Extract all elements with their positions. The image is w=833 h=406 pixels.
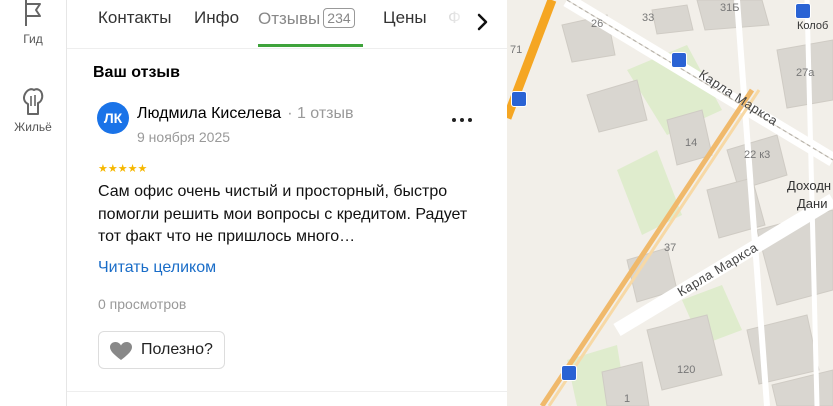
review-author: Людмила Киселева · 1 отзыв xyxy=(137,105,354,123)
tab-bar: Контакты Инфо Отзывы234 Цены Ф xyxy=(67,0,507,49)
tram-stop-icon[interactable] xyxy=(561,365,577,381)
author-review-count: · 1 отзыв xyxy=(287,105,354,122)
tab-prices[interactable]: Цены xyxy=(383,8,427,28)
rating-stars: ★★★★★ xyxy=(98,163,148,175)
building-number: 31Б xyxy=(720,2,740,14)
review-text: Сам офис очень чистый и просторный, быст… xyxy=(98,183,468,245)
building-number: 22 к3 xyxy=(744,149,771,161)
rail-item-housing[interactable]: Жильё xyxy=(0,86,66,134)
dot-icon xyxy=(468,118,472,122)
dot-icon xyxy=(460,118,464,122)
tab-contacts[interactable]: Контакты xyxy=(98,8,171,28)
poi-label: Дани xyxy=(797,196,828,211)
building-number: 26 xyxy=(591,18,604,30)
poi-label: Колоб xyxy=(797,20,829,32)
more-options-button[interactable] xyxy=(450,110,474,130)
read-more-link[interactable]: Читать целиком xyxy=(98,259,216,277)
divider xyxy=(67,391,507,392)
active-tab-indicator xyxy=(258,44,363,47)
useful-label: Полезно? xyxy=(141,341,213,358)
rail-item-guide[interactable]: Гид xyxy=(0,0,66,46)
building-number: 33 xyxy=(642,12,655,24)
map-canvas xyxy=(507,0,833,406)
tram-stop-icon[interactable] xyxy=(671,52,687,68)
heart-icon xyxy=(110,342,132,360)
dot-icon xyxy=(452,118,456,122)
author-name[interactable]: Людмила Киселева xyxy=(137,105,281,122)
tab-info[interactable]: Инфо xyxy=(194,8,239,28)
flag-icon xyxy=(25,0,41,26)
building-number: 14 xyxy=(685,137,698,149)
poi-label: Доходн xyxy=(787,178,832,193)
reviews-count-badge: 234 xyxy=(323,8,355,28)
building-number: 71 xyxy=(510,44,523,56)
rail-item-label: Жильё xyxy=(14,120,52,134)
section-title: Ваш отзыв xyxy=(93,64,180,81)
tab-reviews[interactable]: Отзывы 234 xyxy=(258,8,355,29)
views-count: 0 просмотров xyxy=(98,296,187,312)
place-panel: Контакты Инфо Отзывы234 Цены Ф Ваш отзыв… xyxy=(67,0,507,406)
building-number: 120 xyxy=(677,364,696,376)
tram-stop-icon[interactable] xyxy=(511,91,527,107)
hand-icon xyxy=(23,88,44,115)
building-number: 1 xyxy=(624,393,631,405)
building-number: 27а xyxy=(796,67,815,79)
tab-reviews-label: Отзывы xyxy=(258,9,321,28)
avatar[interactable]: ЛК xyxy=(97,102,129,134)
map[interactable]: Карла Маркса Карла Маркса 31Б 33 26 71 2… xyxy=(507,0,833,406)
review-date: 9 ноября 2025 xyxy=(137,129,231,145)
building-number: 37 xyxy=(664,242,677,254)
left-rail: Гид Жильё xyxy=(0,0,67,406)
tram-stop-icon[interactable] xyxy=(795,3,811,19)
rail-item-label: Гид xyxy=(23,32,43,46)
useful-button[interactable]: Полезно? xyxy=(98,331,225,369)
chevron-right-icon[interactable] xyxy=(473,10,493,34)
